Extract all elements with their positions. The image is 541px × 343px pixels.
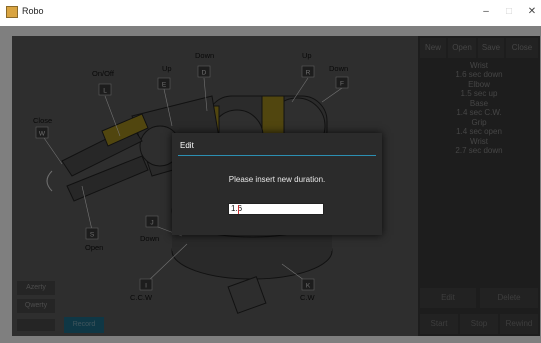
duration-input[interactable] xyxy=(228,203,324,215)
maximize-button[interactable]: □ xyxy=(499,4,519,20)
dialog-title: Edit xyxy=(180,141,194,150)
dialog-message: Please insert new duration. xyxy=(228,175,326,184)
minimize-button[interactable]: – xyxy=(476,4,496,20)
title-bar: Robo – □ ✕ xyxy=(0,0,541,26)
text-caret xyxy=(238,205,239,214)
edit-duration-dialog: Edit Please insert new duration. xyxy=(172,133,382,235)
window-title: Robo xyxy=(22,6,44,16)
app-icon xyxy=(6,6,18,18)
dialog-title-divider xyxy=(178,155,376,156)
close-window-button[interactable]: ✕ xyxy=(522,4,541,20)
